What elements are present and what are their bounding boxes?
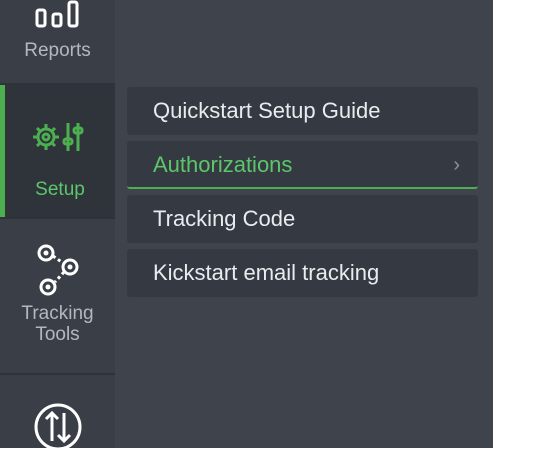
menu-item-tracking-code[interactable]: Tracking Code [127,195,478,243]
up-down-arrows-icon [34,403,81,451]
menu-item-label: Authorizations [153,152,293,177]
menu-item-authorizations[interactable]: Authorizations › [127,141,478,189]
nav-item-tracking-tools[interactable]: Tracking Tools [0,219,115,373]
content-area [493,0,553,448]
bar-chart-icon [35,0,78,28]
menu-item-label: Kickstart email tracking [153,260,380,285]
menu-item-label: Quickstart Setup Guide [153,98,381,123]
nav-item-label: Tracking Tools [21,303,94,345]
left-nav-rail: Reports Setup Tracking Tools [0,0,115,451]
menu-item-label: Tracking Code [153,206,296,231]
setup-submenu-panel: Quickstart Setup Guide Authorizations › … [115,0,493,448]
nav-item-transfer[interactable] [0,375,115,451]
nav-item-label: Setup [35,179,85,200]
gear-sliders-icon [33,123,84,151]
tracking-nodes-icon [37,244,78,296]
nav-item-label: Reports [24,40,91,61]
nav-item-setup[interactable]: Setup [0,85,115,217]
menu-item-quickstart-setup-guide[interactable]: Quickstart Setup Guide [127,87,478,135]
nav-item-reports[interactable]: Reports [0,0,115,83]
menu-item-kickstart-email-tracking[interactable]: Kickstart email tracking [127,249,478,297]
chevron-right-icon: › [453,154,460,176]
